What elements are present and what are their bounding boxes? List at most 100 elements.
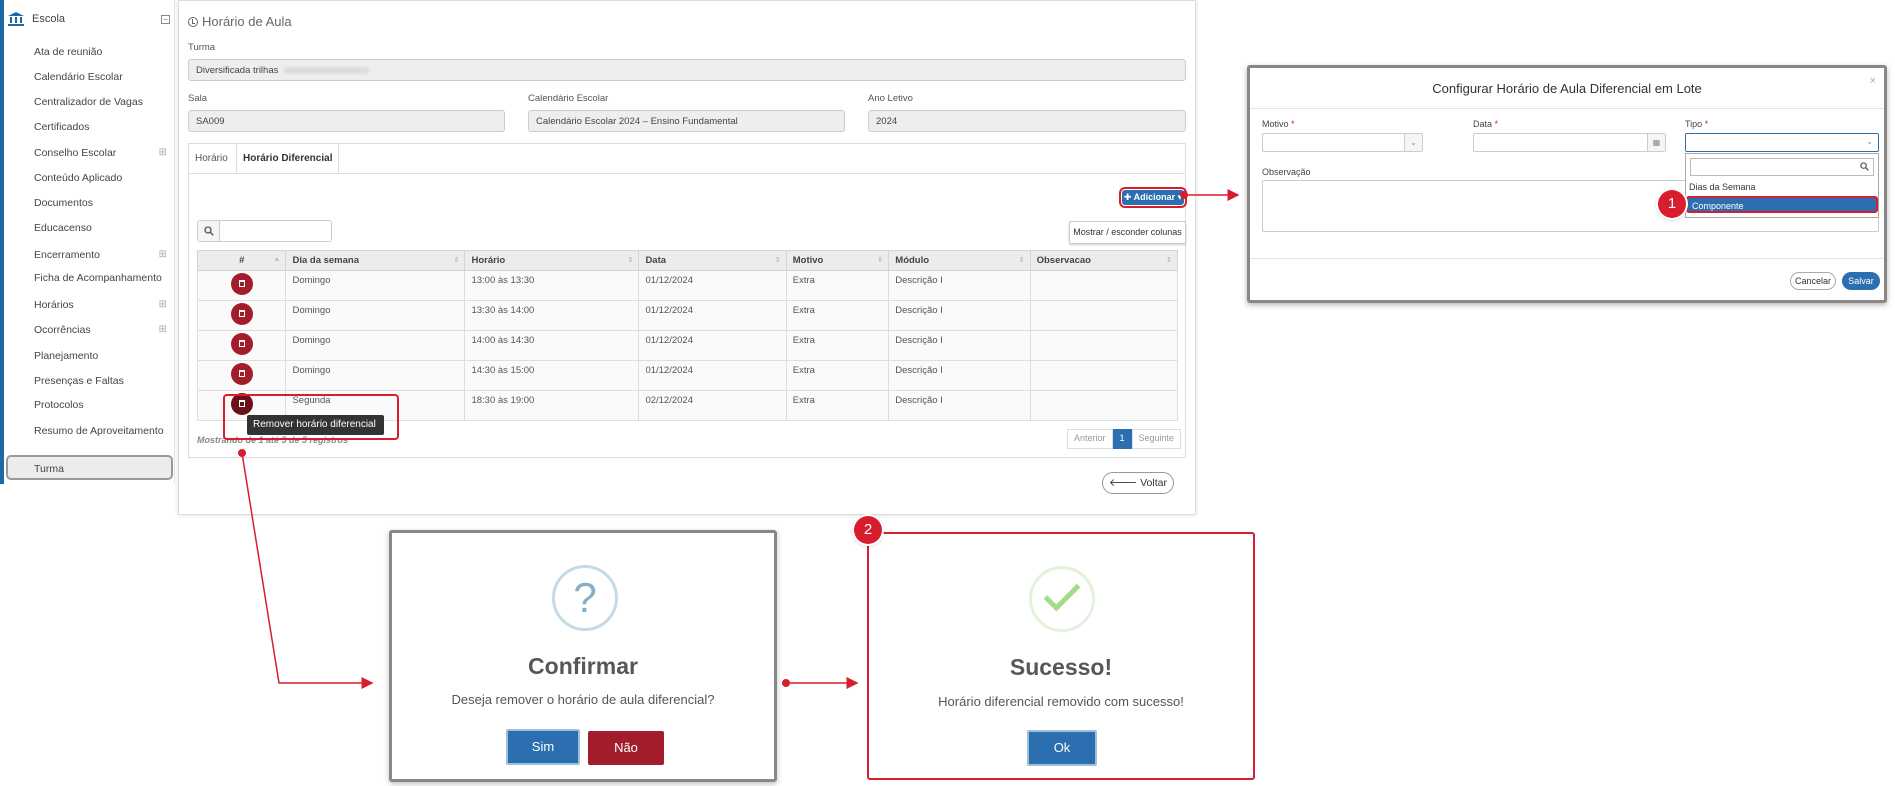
expand-icon[interactable]: ⊞ [159, 248, 167, 262]
table-cell: 13:30 às 14:00 [464, 300, 640, 331]
yes-button[interactable]: Sim [506, 729, 580, 765]
table-cell: Descrição I [888, 390, 1031, 421]
ano-field[interactable]: 2024 [868, 110, 1186, 132]
sort-icon: ▲ [273, 256, 281, 263]
table-cell: Extra [785, 270, 890, 301]
sidebar-item-label: Conteúdo Aplicado [34, 172, 123, 184]
table-cell: 13:00 às 13:30 [464, 270, 640, 301]
sidebar-item-14[interactable]: Protocolos [34, 398, 170, 412]
sidebar-accent [0, 0, 4, 484]
dropdown-search-input[interactable] [1690, 158, 1874, 176]
delete-row-button[interactable] [230, 363, 253, 385]
sidebar-item-label: Protocolos [34, 399, 84, 411]
table-cell: Descrição I [888, 270, 1031, 301]
sidebar-item-10[interactable]: Horários ⊞ [34, 298, 170, 312]
expand-icon[interactable]: ⊞ [159, 323, 167, 337]
sidebar-item-11[interactable]: Ocorrências ⊞ [34, 323, 170, 337]
sidebar-item-16[interactable]: Turma [34, 462, 170, 476]
tab-horario[interactable]: Horário [189, 144, 234, 173]
pager-prev[interactable]: Anterior [1067, 429, 1113, 449]
sidebar-item-label: Turma [34, 463, 64, 475]
sidebar-item-1[interactable]: Calendário Escolar [34, 70, 170, 84]
trash-icon [238, 340, 245, 347]
config-modal: Configurar Horário de Aula Diferencial e… [1247, 65, 1887, 303]
sidebar-header[interactable]: Escola − [8, 9, 170, 29]
table-cell: Extra [785, 390, 890, 421]
column-header[interactable]: Horário ⇕ [464, 250, 640, 271]
option-dias-da-semana[interactable]: Dias da Semana [1689, 182, 1756, 192]
success-dialog: Sucesso! Horário diferencial removido co… [867, 532, 1255, 780]
pager-current[interactable]: 1 [1112, 429, 1132, 449]
collapse-icon[interactable]: − [161, 14, 170, 24]
sidebar-item-13[interactable]: Presenças e Faltas [34, 374, 170, 388]
expand-icon[interactable]: ⊞ [159, 298, 167, 312]
confirm-title: Confirmar [528, 653, 638, 679]
calendario-field[interactable]: Calendário Escolar 2024 – Ensino Fundame… [528, 110, 845, 132]
sidebar-item-label: Conselho Escolar [34, 147, 117, 159]
pager-next[interactable]: Seguinte [1131, 429, 1182, 449]
sidebar-item-7[interactable]: Educacenso [34, 221, 170, 235]
data-input[interactable]: ▦ [1473, 133, 1666, 152]
sidebar-item-12[interactable]: Planejamento [34, 349, 170, 363]
back-button[interactable]: 🡐 Voltar [1102, 472, 1174, 494]
sidebar-item-2[interactable]: Centralizador de Vagas [34, 95, 170, 109]
sidebar-item-3[interactable]: Certificados [34, 120, 170, 134]
sidebar-item-label: Planejamento [34, 350, 99, 362]
add-button[interactable]: ✚ Adicionar ▾ [1122, 190, 1184, 205]
sidebar-item-6[interactable]: Documentos [34, 196, 170, 210]
modal-divider [1250, 108, 1884, 109]
sidebar-item-9[interactable]: Ficha de Acompanhamento [34, 271, 170, 285]
column-header[interactable]: Data ⇕ [638, 250, 787, 271]
delete-row-button[interactable] [230, 333, 253, 355]
save-button[interactable]: Salvar [1842, 272, 1880, 290]
column-header[interactable]: Dia da semana ⇕ [285, 250, 466, 271]
delete-row-button[interactable] [230, 303, 253, 325]
tipo-dropdown: Dias da Semana Componente [1685, 153, 1879, 218]
trash-icon [238, 280, 245, 287]
toggle-columns-button[interactable]: Mostrar / esconder colunas [1069, 221, 1186, 244]
sort-icon: ⇕ [774, 257, 781, 264]
expand-icon[interactable]: ⊞ [159, 146, 167, 160]
search-input[interactable] [197, 220, 332, 242]
sidebar-item-4[interactable]: Conselho Escolar ⊞ [34, 146, 170, 160]
motivo-select[interactable]: ⌄ [1262, 133, 1423, 152]
table-cell: Extra [785, 300, 890, 331]
tipo-label: Tipo * [1685, 119, 1709, 129]
column-header[interactable]: Observacao ⇕ [1029, 250, 1179, 271]
calendario-label: Calendário Escolar [528, 93, 609, 104]
ano-label: Ano Letivo [868, 93, 913, 104]
cancel-button[interactable]: Cancelar [1790, 272, 1836, 290]
table-cell: Extra [785, 360, 890, 391]
tipo-select[interactable]: ⌄ [1685, 133, 1879, 152]
sala-field[interactable]: SA009 [188, 110, 505, 132]
clock-icon [188, 16, 198, 27]
sidebar-item-15[interactable]: Resumo de Aproveitamento [34, 424, 170, 438]
sidebar-item-label: Horários [34, 299, 74, 311]
page-title-text: Horário de Aula [202, 14, 292, 29]
turma-field[interactable]: Diversificada trilhas [188, 59, 1186, 81]
sidebar-item-5[interactable]: Conteúdo Aplicado [34, 171, 170, 185]
table-cell [1029, 360, 1179, 391]
question-icon: ? [552, 565, 618, 631]
sidebar-item-0[interactable]: Ata de reunião [34, 45, 170, 59]
close-icon[interactable]: × [1870, 75, 1876, 87]
column-header[interactable]: Módulo ⇕ [888, 250, 1031, 271]
turma-label: Turma [188, 42, 216, 53]
sidebar-item-label: Calendário Escolar [34, 71, 123, 83]
sidebar-item-8[interactable]: Encerramento ⊞ [34, 248, 170, 262]
delete-row-button[interactable] [230, 273, 253, 295]
ok-button[interactable]: Ok [1027, 730, 1097, 766]
table-cell: Domingo [285, 300, 466, 331]
column-header[interactable]: # ▲ [196, 250, 287, 271]
sidebar-item-label: Ficha de Acompanhamento [34, 272, 162, 284]
trash-icon [238, 310, 245, 317]
tab-horario-diferencial[interactable]: Horário Diferencial [236, 144, 340, 173]
step-badge-2: 2 [854, 516, 882, 544]
option-componente[interactable]: Componente [1686, 196, 1878, 213]
column-header[interactable]: Motivo ⇕ [785, 250, 890, 271]
table-cell: Domingo [285, 330, 466, 361]
chevron-down-icon: ⌄ [1404, 134, 1422, 151]
no-button[interactable]: Não [588, 731, 664, 765]
calendar-icon[interactable]: ▦ [1647, 134, 1665, 151]
table-cell [1029, 300, 1179, 331]
